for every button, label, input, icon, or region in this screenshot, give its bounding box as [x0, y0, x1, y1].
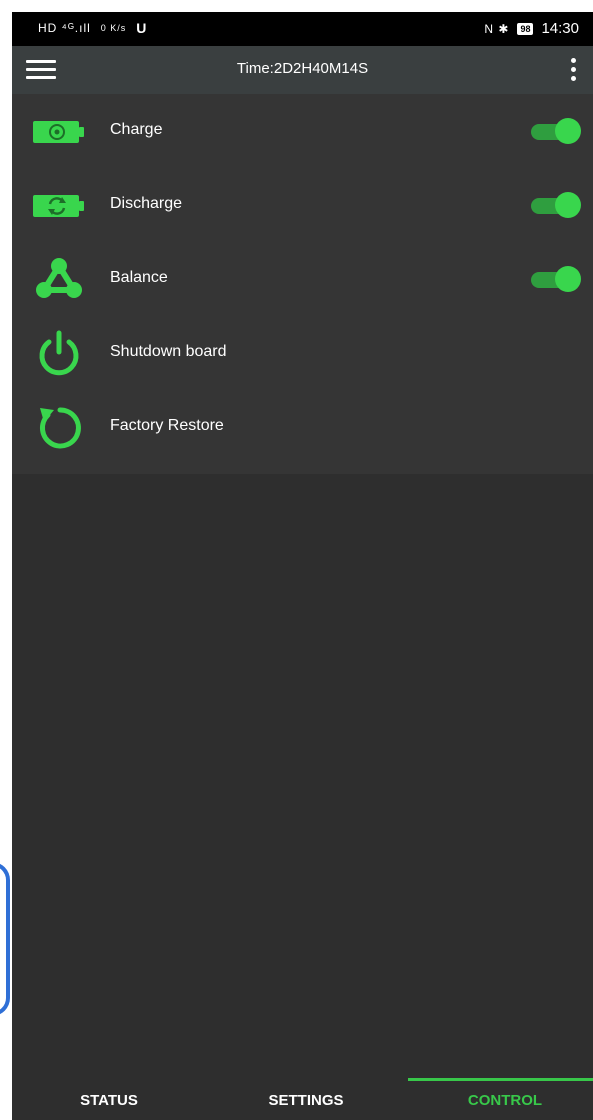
shield-icon: U [136, 20, 148, 36]
control-label: Factory Restore [110, 417, 224, 434]
net-speed: 0 K/s [100, 23, 127, 33]
tab-control[interactable]: CONTROL [408, 1070, 593, 1120]
balance-toggle[interactable] [527, 266, 581, 292]
battery-discharge-icon [32, 182, 86, 228]
phone-screen: HD ⁴ᴳ.ıll 0 K/s U N ✱ 98 14:30 Time:2D2H… [12, 12, 593, 1120]
tab-active-indicator [408, 1078, 593, 1081]
charge-toggle[interactable] [527, 118, 581, 144]
tab-status[interactable]: STATUS [12, 1070, 206, 1120]
control-label: Charge [110, 121, 163, 138]
power-icon [32, 330, 86, 376]
status-time: 14:30 [541, 20, 579, 37]
battery-charge-icon [32, 108, 86, 154]
battery-icon: 98 [517, 22, 534, 35]
balance-network-icon [32, 256, 86, 302]
status-bar: HD ⁴ᴳ.ıll 0 K/s U N ✱ 98 14:30 [12, 12, 593, 46]
left-edge-decoration [0, 862, 12, 1020]
content-area [12, 474, 593, 1070]
control-row-shutdown[interactable]: Shutdown board [12, 316, 593, 390]
edge-arc [0, 862, 10, 1016]
control-label: Shutdown board [110, 343, 227, 360]
restore-icon [32, 404, 86, 450]
tab-settings[interactable]: SETTINGS [209, 1070, 403, 1120]
control-row-charge[interactable]: Charge [12, 94, 593, 168]
control-list: Charge Discharge Balance Shutdown board … [12, 94, 593, 474]
app-bar: Time:2D2H40M14S [12, 46, 593, 94]
status-left: HD ⁴ᴳ.ıll 0 K/s U [38, 20, 147, 36]
discharge-toggle[interactable] [527, 192, 581, 218]
signal-icon: HD ⁴ᴳ.ıll [38, 21, 91, 35]
control-label: Discharge [110, 195, 183, 212]
bottom-tab-bar: STATUS SETTINGS CONTROL [12, 1070, 593, 1120]
nfc-bluetooth-icon: N ✱ [484, 21, 510, 36]
status-right: N ✱ 98 14:30 [484, 20, 579, 37]
tab-control-label: CONTROL [467, 1092, 543, 1109]
app-title: Time:2D2H40M14S [236, 60, 369, 77]
more-options-icon[interactable] [567, 56, 579, 84]
control-row-factory-restore[interactable]: Factory Restore [12, 390, 593, 464]
control-label: Balance [110, 269, 168, 286]
control-row-balance[interactable]: Balance [12, 242, 593, 316]
control-row-discharge[interactable]: Discharge [12, 168, 593, 242]
